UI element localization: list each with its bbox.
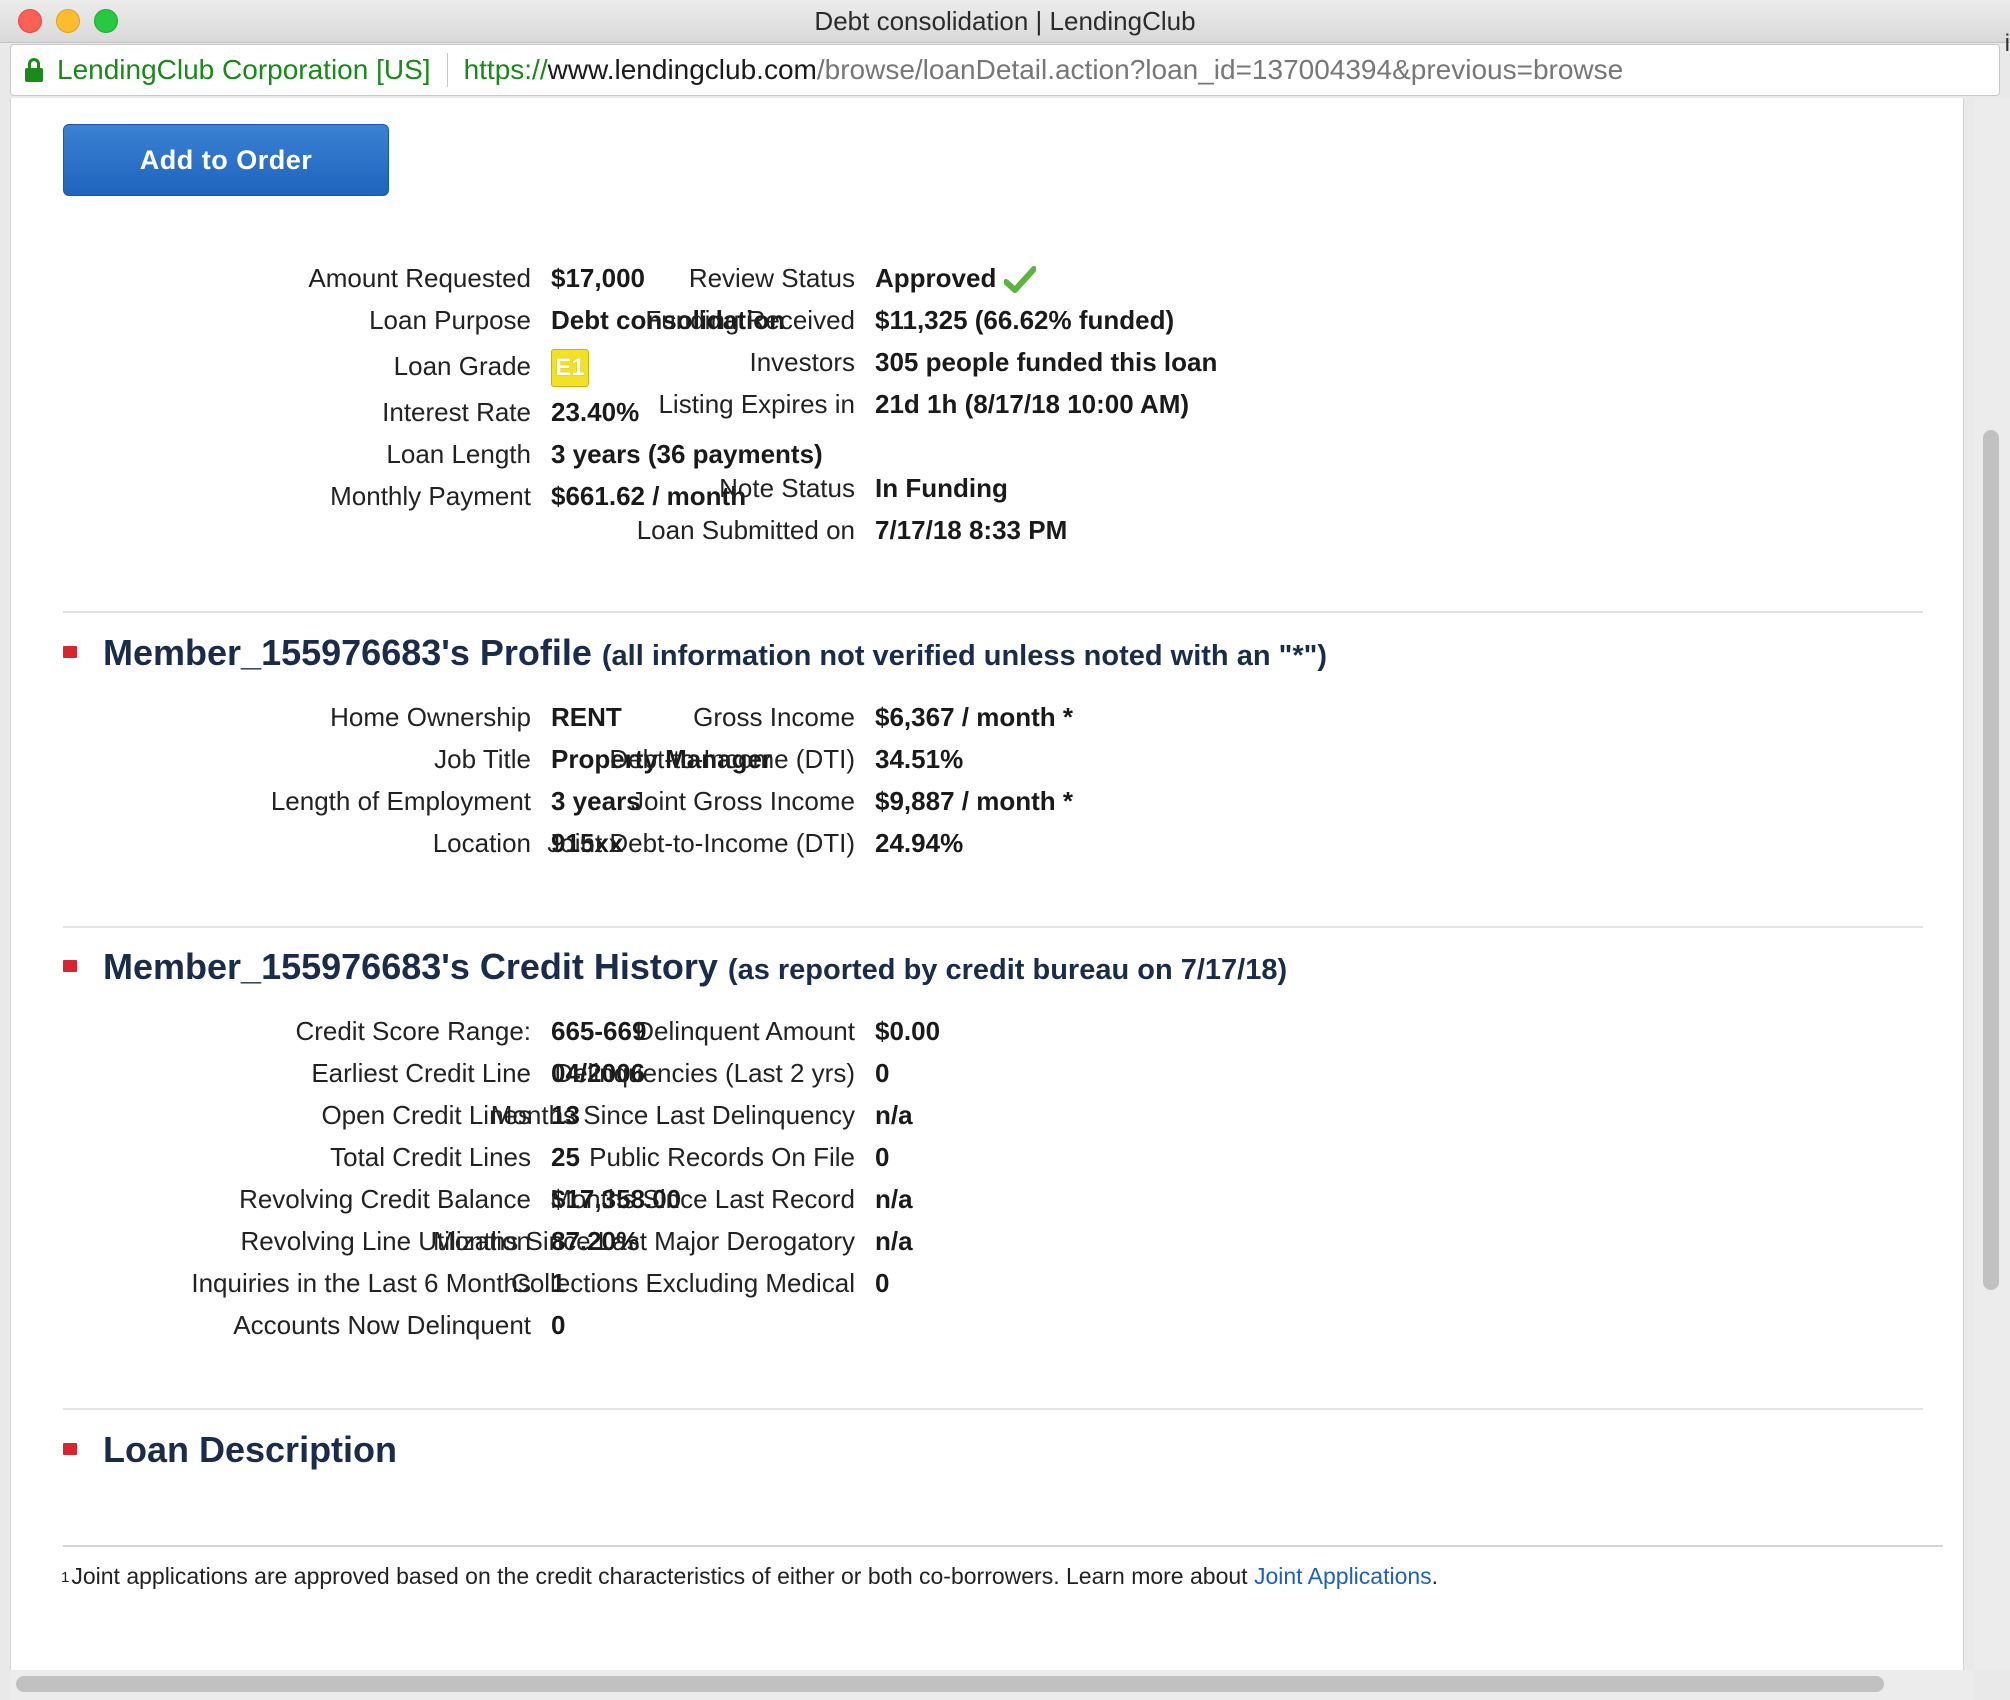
field-label: Months Since Last Delinquency — [490, 1100, 855, 1130]
credit-row: Delinquent Amount $0.00 — [11, 1010, 1911, 1052]
field-value: $9,887 / month * — [875, 786, 1073, 816]
lock-icon — [25, 58, 43, 82]
field-label: Months Since Last Record — [550, 1184, 855, 1214]
loan-summary-right: Review Status Approved Funding Received … — [11, 257, 1911, 551]
credit-row: Months Since Last Record n/a — [11, 1178, 1911, 1220]
field-value: 21d 1h (8/17/18 10:00 AM) — [875, 389, 1190, 419]
profile-row: Debt-to-Income (DTI) 34.51% — [11, 738, 1911, 780]
profile-heading: Member_155976683's Profile (all informat… — [103, 632, 1327, 674]
section-divider — [63, 1408, 1923, 1410]
field-value: 305 people funded this loan — [875, 347, 1218, 377]
profile-subtitle: (all information not verified unless not… — [601, 640, 1328, 672]
window-title: Debt consolidation | LendingClub — [814, 6, 1196, 36]
section-bullet-icon — [63, 960, 77, 972]
profile-title: Member_155976683's Profile — [103, 632, 592, 673]
field-label: Note Status — [719, 473, 855, 503]
credit-row: Months Since Last Major Derogatory n/a — [11, 1220, 1911, 1262]
field-label: Gross Income — [693, 702, 855, 732]
window-titlebar: Debt consolidation | LendingClub — [0, 0, 2010, 43]
field-value: n/a — [875, 1100, 913, 1130]
footnote-marker: 1 — [61, 1569, 70, 1586]
loan-row-investors: Investors 305 people funded this loan — [11, 341, 1911, 383]
ev-certificate-label[interactable]: LendingClub Corporation [US] — [57, 54, 431, 86]
credit-row: Months Since Last Delinquency n/a — [11, 1094, 1911, 1136]
field-value: 0 — [875, 1268, 890, 1298]
field-label: Funding Received — [645, 305, 855, 335]
footer-divider — [63, 1545, 1943, 1547]
row-spacer — [11, 425, 1911, 467]
vertical-scrollbar-thumb[interactable] — [1983, 430, 1999, 1290]
url-host: www.lendingclub.com — [547, 54, 817, 85]
field-label: Months Since Last Major Derogatory — [433, 1226, 855, 1256]
field-value: 0 — [875, 1142, 890, 1172]
field-value: 7/17/18 8:33 PM — [875, 515, 1068, 545]
field-label: Accounts Now Delinquent — [233, 1310, 531, 1340]
section-bullet-icon — [63, 1443, 77, 1455]
field-value: In Funding — [875, 473, 1008, 503]
field-label: Delinquencies (Last 2 yrs) — [554, 1058, 855, 1088]
address-separator — [446, 53, 448, 87]
page-content: Add to Order Amount Requested $17,000 Lo… — [10, 98, 1964, 1670]
credit-history-subtitle: (as reported by credit bureau on 7/17/18… — [727, 954, 1288, 986]
footnote-end: . — [1431, 1563, 1439, 1589]
credit-history-right: Delinquent Amount $0.00 Delinquencies (La… — [11, 1010, 1911, 1304]
field-label: Joint Gross Income — [631, 786, 855, 816]
field-value: 0 — [875, 1058, 890, 1088]
credit-row: Delinquencies (Last 2 yrs) 0 — [11, 1052, 1911, 1094]
loan-row-review-status: Review Status Approved — [11, 257, 1911, 299]
review-status-value: Approved — [875, 263, 997, 293]
checkmark-icon — [1004, 266, 1037, 294]
joint-applications-link[interactable]: Joint Applications — [1254, 1563, 1432, 1589]
field-value: Approved — [875, 257, 1037, 299]
footnote-text: Joint applications are approved based on… — [71, 1563, 1254, 1589]
credit-history-title: Member_155976683's Credit History — [103, 946, 718, 987]
joint-applications-footnote: 1Joint applications are approved based o… — [61, 1563, 1438, 1590]
field-label: Debt-to-Income (DTI) — [609, 744, 855, 774]
field-value: $0.00 — [875, 1016, 941, 1046]
add-to-order-button[interactable]: Add to Order — [63, 124, 389, 196]
credit-row: Accounts Now Delinquent 0 — [11, 1304, 1011, 1346]
profile-row: Joint Debt-to-Income (DTI) 24.94% — [11, 822, 1911, 864]
credit-row: Collections Excluding Medical 0 — [11, 1262, 1911, 1304]
field-label: Listing Expires in — [658, 389, 855, 419]
field-value: n/a — [875, 1184, 913, 1214]
field-value: n/a — [875, 1226, 913, 1256]
section-divider — [63, 611, 1923, 613]
loan-row-funding-received: Funding Received $11,325 (66.62% funded) — [11, 299, 1911, 341]
credit-row: Public Records On File 0 — [11, 1136, 1911, 1178]
field-label: Delinquent Amount — [635, 1016, 855, 1046]
profile-row: Joint Gross Income $9,887 / month * — [11, 780, 1911, 822]
profile-row: Gross Income $6,367 / month * — [11, 696, 1911, 738]
field-value: 24.94% — [875, 828, 964, 858]
field-value: $11,325 (66.62% funded) — [875, 305, 1175, 335]
field-label: Loan Submitted on — [636, 515, 855, 545]
field-label: Investors — [749, 347, 856, 377]
profile-right: Gross Income $6,367 / month * Debt-to-In… — [11, 696, 1911, 864]
url-path: /browse/loanDetail.action?loan_id=137004… — [816, 54, 1624, 85]
field-value: $6,367 / month * — [875, 702, 1073, 732]
url-scheme: https:// — [463, 54, 548, 85]
address-bar[interactable]: LendingClub Corporation [US] https://www… — [10, 44, 2000, 96]
loan-row-note-status: Note Status In Funding — [11, 467, 1911, 509]
section-divider — [63, 926, 1923, 928]
credit-history-heading: Member_155976683's Credit History (as re… — [103, 946, 1287, 988]
horizontal-scrollbar-thumb[interactable] — [16, 1676, 1884, 1692]
field-value: 0 — [551, 1310, 566, 1340]
field-label: Collections Excluding Medical — [511, 1268, 855, 1298]
edge-text-fragment: i — [2004, 30, 2010, 57]
loan-description-title: Loan Description — [103, 1429, 398, 1470]
loan-row-submitted-on: Loan Submitted on 7/17/18 8:33 PM — [11, 509, 1911, 551]
section-bullet-icon — [63, 646, 77, 658]
field-label: Review Status — [688, 263, 855, 293]
field-label: Public Records On File — [589, 1142, 855, 1172]
field-label: Joint Debt-to-Income (DTI) — [547, 828, 855, 858]
field-value: 34.51% — [875, 744, 964, 774]
loan-row-listing-expires: Listing Expires in 21d 1h (8/17/18 10:00… — [11, 383, 1911, 425]
